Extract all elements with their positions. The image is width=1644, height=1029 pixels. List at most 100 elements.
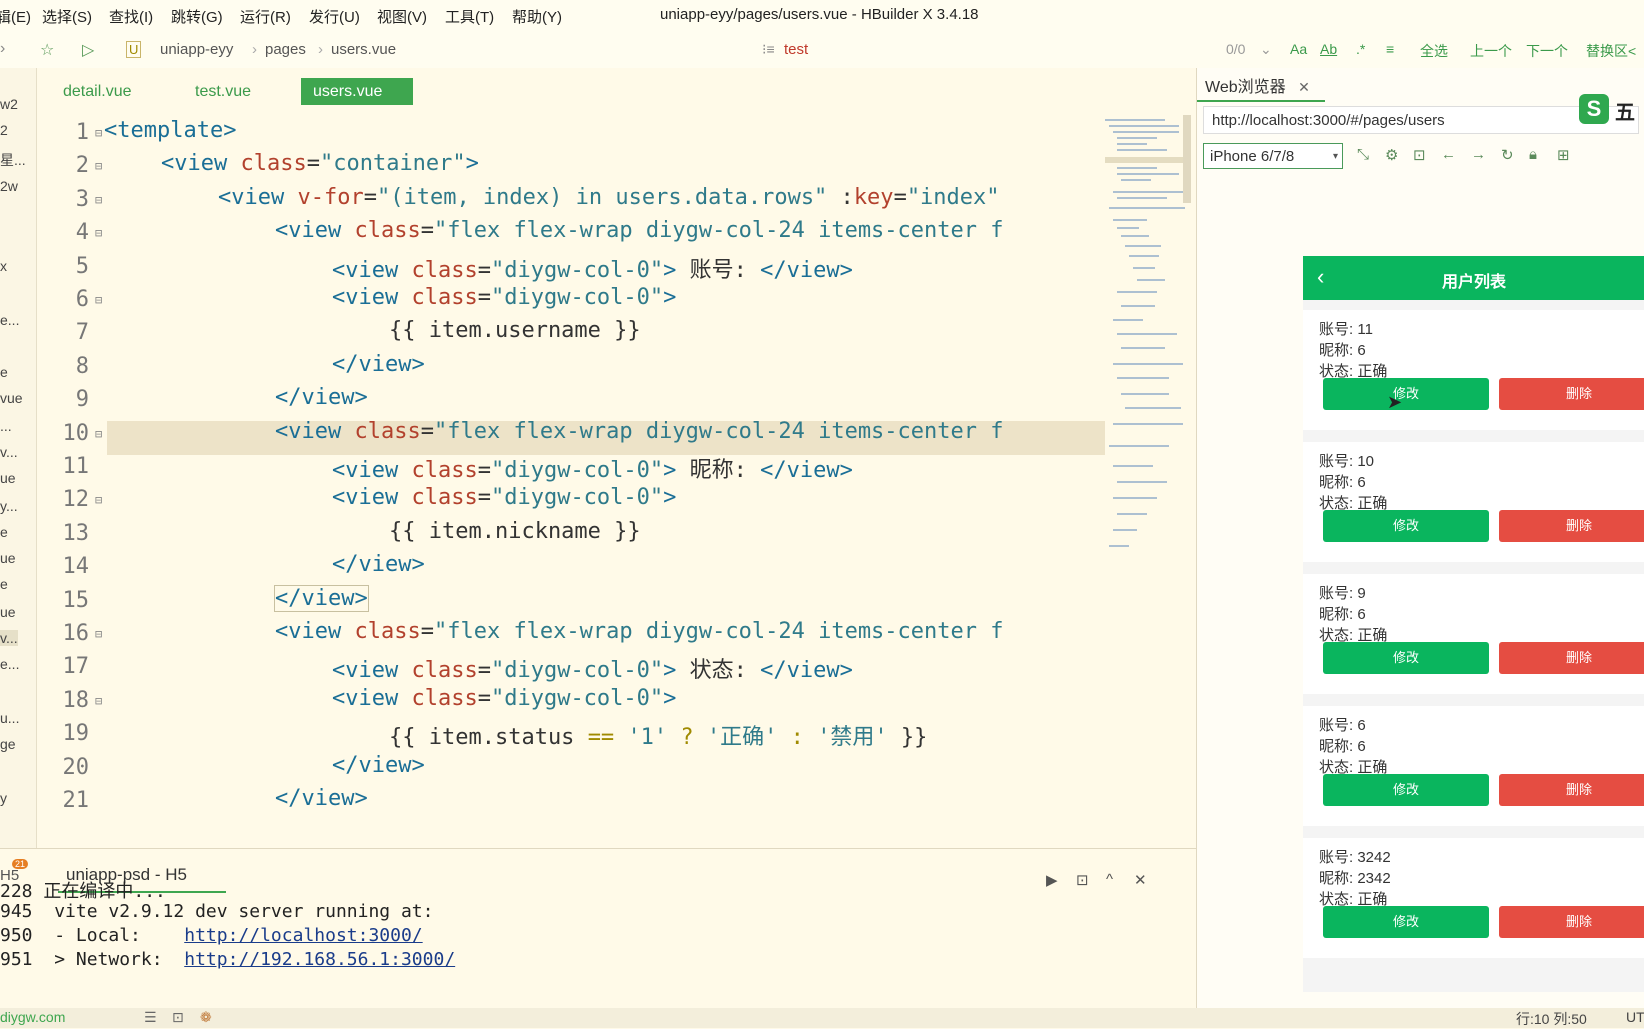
tree-item[interactable]: e... xyxy=(0,656,19,672)
fold-toggle-icon[interactable]: ⊟ xyxy=(95,427,102,441)
menu-edit[interactable]: 辑(E) xyxy=(0,6,31,27)
tree-item[interactable]: y xyxy=(0,790,7,806)
line-number: 11 xyxy=(62,454,90,479)
find-options-icon[interactable]: ⁝≡ xyxy=(762,41,775,58)
menu-publish[interactable]: 发行(U) xyxy=(309,6,360,27)
url-input[interactable]: http://localhost:3000/#/pages/users xyxy=(1203,106,1639,134)
tree-item[interactable]: u... xyxy=(0,710,19,726)
match-case-icon[interactable]: Aa xyxy=(1290,41,1307,57)
chevron-down-icon[interactable]: ⌄ xyxy=(1260,41,1272,58)
tree-item[interactable]: e xyxy=(0,524,8,540)
tree-item[interactable]: x xyxy=(0,258,7,274)
tree-item[interactable]: ue xyxy=(0,470,16,486)
line-number: 7 xyxy=(75,320,89,345)
breadcrumb-folder[interactable]: pages xyxy=(265,41,306,58)
breadcrumb-file[interactable]: users.vue xyxy=(331,41,396,58)
minimap[interactable] xyxy=(1105,115,1187,570)
edit-button[interactable]: 修改 xyxy=(1323,642,1489,674)
tab-test-vue[interactable]: test.vue xyxy=(183,78,263,105)
replace-toggle-button[interactable]: 替换区< xyxy=(1586,41,1636,61)
tab-users-vue[interactable]: users.vue xyxy=(301,78,413,105)
tree-item[interactable]: 星... xyxy=(0,150,26,170)
arrow-left-icon[interactable]: ← xyxy=(1441,146,1456,163)
fold-toggle-icon[interactable]: ⊟ xyxy=(95,694,102,708)
regex-icon[interactable]: .* xyxy=(1356,41,1365,57)
tree-item[interactable]: vue xyxy=(0,390,23,406)
code-editor[interactable]: 1 2 3 4 5 6 7 8 9 10 11 12 13 14 15 16 1… xyxy=(37,108,1105,848)
fold-toggle-icon[interactable]: ⊟ xyxy=(95,293,102,307)
fold-toggle-icon[interactable]: ⊟ xyxy=(95,193,102,207)
delete-button[interactable]: 删除 xyxy=(1499,510,1644,542)
editor-scrollbar[interactable] xyxy=(1183,115,1191,203)
terminal-icon[interactable]: ⊡ xyxy=(172,1009,184,1026)
tree-item[interactable]: w2 xyxy=(0,96,18,112)
delete-button[interactable]: 删除 xyxy=(1499,906,1644,938)
fold-toggle-icon[interactable]: ⊟ xyxy=(95,493,102,507)
browser-tab[interactable]: Web浏览器 ✕ xyxy=(1205,72,1310,102)
tree-item[interactable]: ue xyxy=(0,550,16,566)
phone-preview: ‹ 用户列表 账号: 11 昵称: 6 状态: 正确 修改 删除 账号: 10 … xyxy=(1303,256,1644,992)
chevron-right-icon[interactable]: › xyxy=(0,40,5,58)
edit-button[interactable]: 修改 xyxy=(1323,906,1489,938)
select-all-button[interactable]: 全选 xyxy=(1420,41,1448,61)
breadcrumb-project[interactable]: uniapp-eyy xyxy=(160,41,233,58)
tree-item-selected[interactable]: v... xyxy=(0,630,18,646)
tree-item[interactable]: y... xyxy=(0,498,18,514)
whole-word-icon[interactable]: Ab xyxy=(1320,41,1337,57)
tree-item[interactable]: 2w xyxy=(0,178,18,194)
edit-button[interactable]: 修改 xyxy=(1323,378,1489,410)
tab-detail-vue[interactable]: detail.vue xyxy=(51,78,144,105)
menu-goto[interactable]: 跳转(G) xyxy=(171,6,223,27)
qrcode-icon[interactable]: ⊞ xyxy=(1557,146,1570,164)
clear-icon[interactable]: ✕ xyxy=(1134,871,1147,889)
delete-button[interactable]: 删除 xyxy=(1499,774,1644,806)
arrow-right-icon[interactable]: → xyxy=(1471,146,1486,163)
fold-toggle-icon[interactable]: ⊟ xyxy=(95,627,102,641)
resize-icon[interactable]: ⤡ xyxy=(1357,146,1369,163)
fold-toggle-icon[interactable]: ⊟ xyxy=(95,126,102,140)
edit-button[interactable]: 修改 xyxy=(1323,774,1489,806)
tree-item[interactable]: ge xyxy=(0,736,16,752)
delete-button[interactable]: 删除 xyxy=(1499,642,1644,674)
line-number: 2 xyxy=(75,153,89,178)
encoding-label[interactable]: UT xyxy=(1626,1009,1644,1025)
refresh-icon[interactable]: ↻ xyxy=(1501,146,1514,164)
menu-view[interactable]: 视图(V) xyxy=(377,6,427,27)
local-url-link[interactable]: http://localhost:3000/ xyxy=(184,925,422,946)
console-icon[interactable]: ⊡ xyxy=(1413,146,1426,164)
find-prev-button[interactable]: 上一个 xyxy=(1470,41,1512,61)
delete-button[interactable]: 删除 xyxy=(1499,378,1644,410)
menu-help[interactable]: 帮助(Y) xyxy=(512,6,562,27)
tree-item[interactable]: e xyxy=(0,576,8,592)
find-input[interactable]: test xyxy=(784,41,808,58)
find-next-button[interactable]: 下一个 xyxy=(1526,41,1568,61)
fold-toggle-icon[interactable]: ⊟ xyxy=(95,226,102,240)
device-select[interactable]: iPhone 6/7/8 ▾ xyxy=(1203,143,1343,169)
tree-item[interactable]: v... xyxy=(0,444,18,460)
lock-icon[interactable]: 🔒︎ xyxy=(1529,146,1537,163)
edit-button[interactable]: 修改 xyxy=(1323,510,1489,542)
star-icon[interactable]: ☆ xyxy=(40,40,54,60)
list-icon[interactable]: ☰ xyxy=(144,1009,157,1026)
tree-item[interactable]: 2 xyxy=(0,122,8,138)
play-circle-icon[interactable]: ▷ xyxy=(82,40,94,60)
menu-tools[interactable]: 工具(T) xyxy=(445,6,494,27)
chevron-up-icon[interactable]: ^ xyxy=(1106,871,1113,888)
menu-select[interactable]: 选择(S) xyxy=(42,6,92,27)
tree-item[interactable]: ... xyxy=(0,418,12,434)
tree-item[interactable]: e xyxy=(0,364,8,380)
settings-icon[interactable]: ⚙ xyxy=(1385,146,1398,164)
tree-item[interactable]: e... xyxy=(0,312,19,328)
ime-mode: 五 xyxy=(1615,102,1635,124)
tree-item[interactable]: ue xyxy=(0,604,16,620)
run-icon[interactable]: ▶ xyxy=(1046,871,1058,889)
fold-toggle-icon[interactable]: ⊟ xyxy=(95,159,102,173)
menu-find[interactable]: 查找(I) xyxy=(109,6,153,27)
terminal-icon[interactable]: ⊡ xyxy=(1076,871,1089,889)
network-url-link[interactable]: http://192.168.56.1:3000/ xyxy=(184,949,455,970)
menu-run[interactable]: 运行(R) xyxy=(240,6,291,27)
plugin-icon[interactable]: ❁ xyxy=(200,1009,212,1026)
site-link[interactable]: diygw.com xyxy=(0,1009,65,1025)
close-icon[interactable]: ✕ xyxy=(1298,79,1310,95)
align-icon[interactable]: ≡ xyxy=(1386,41,1394,57)
